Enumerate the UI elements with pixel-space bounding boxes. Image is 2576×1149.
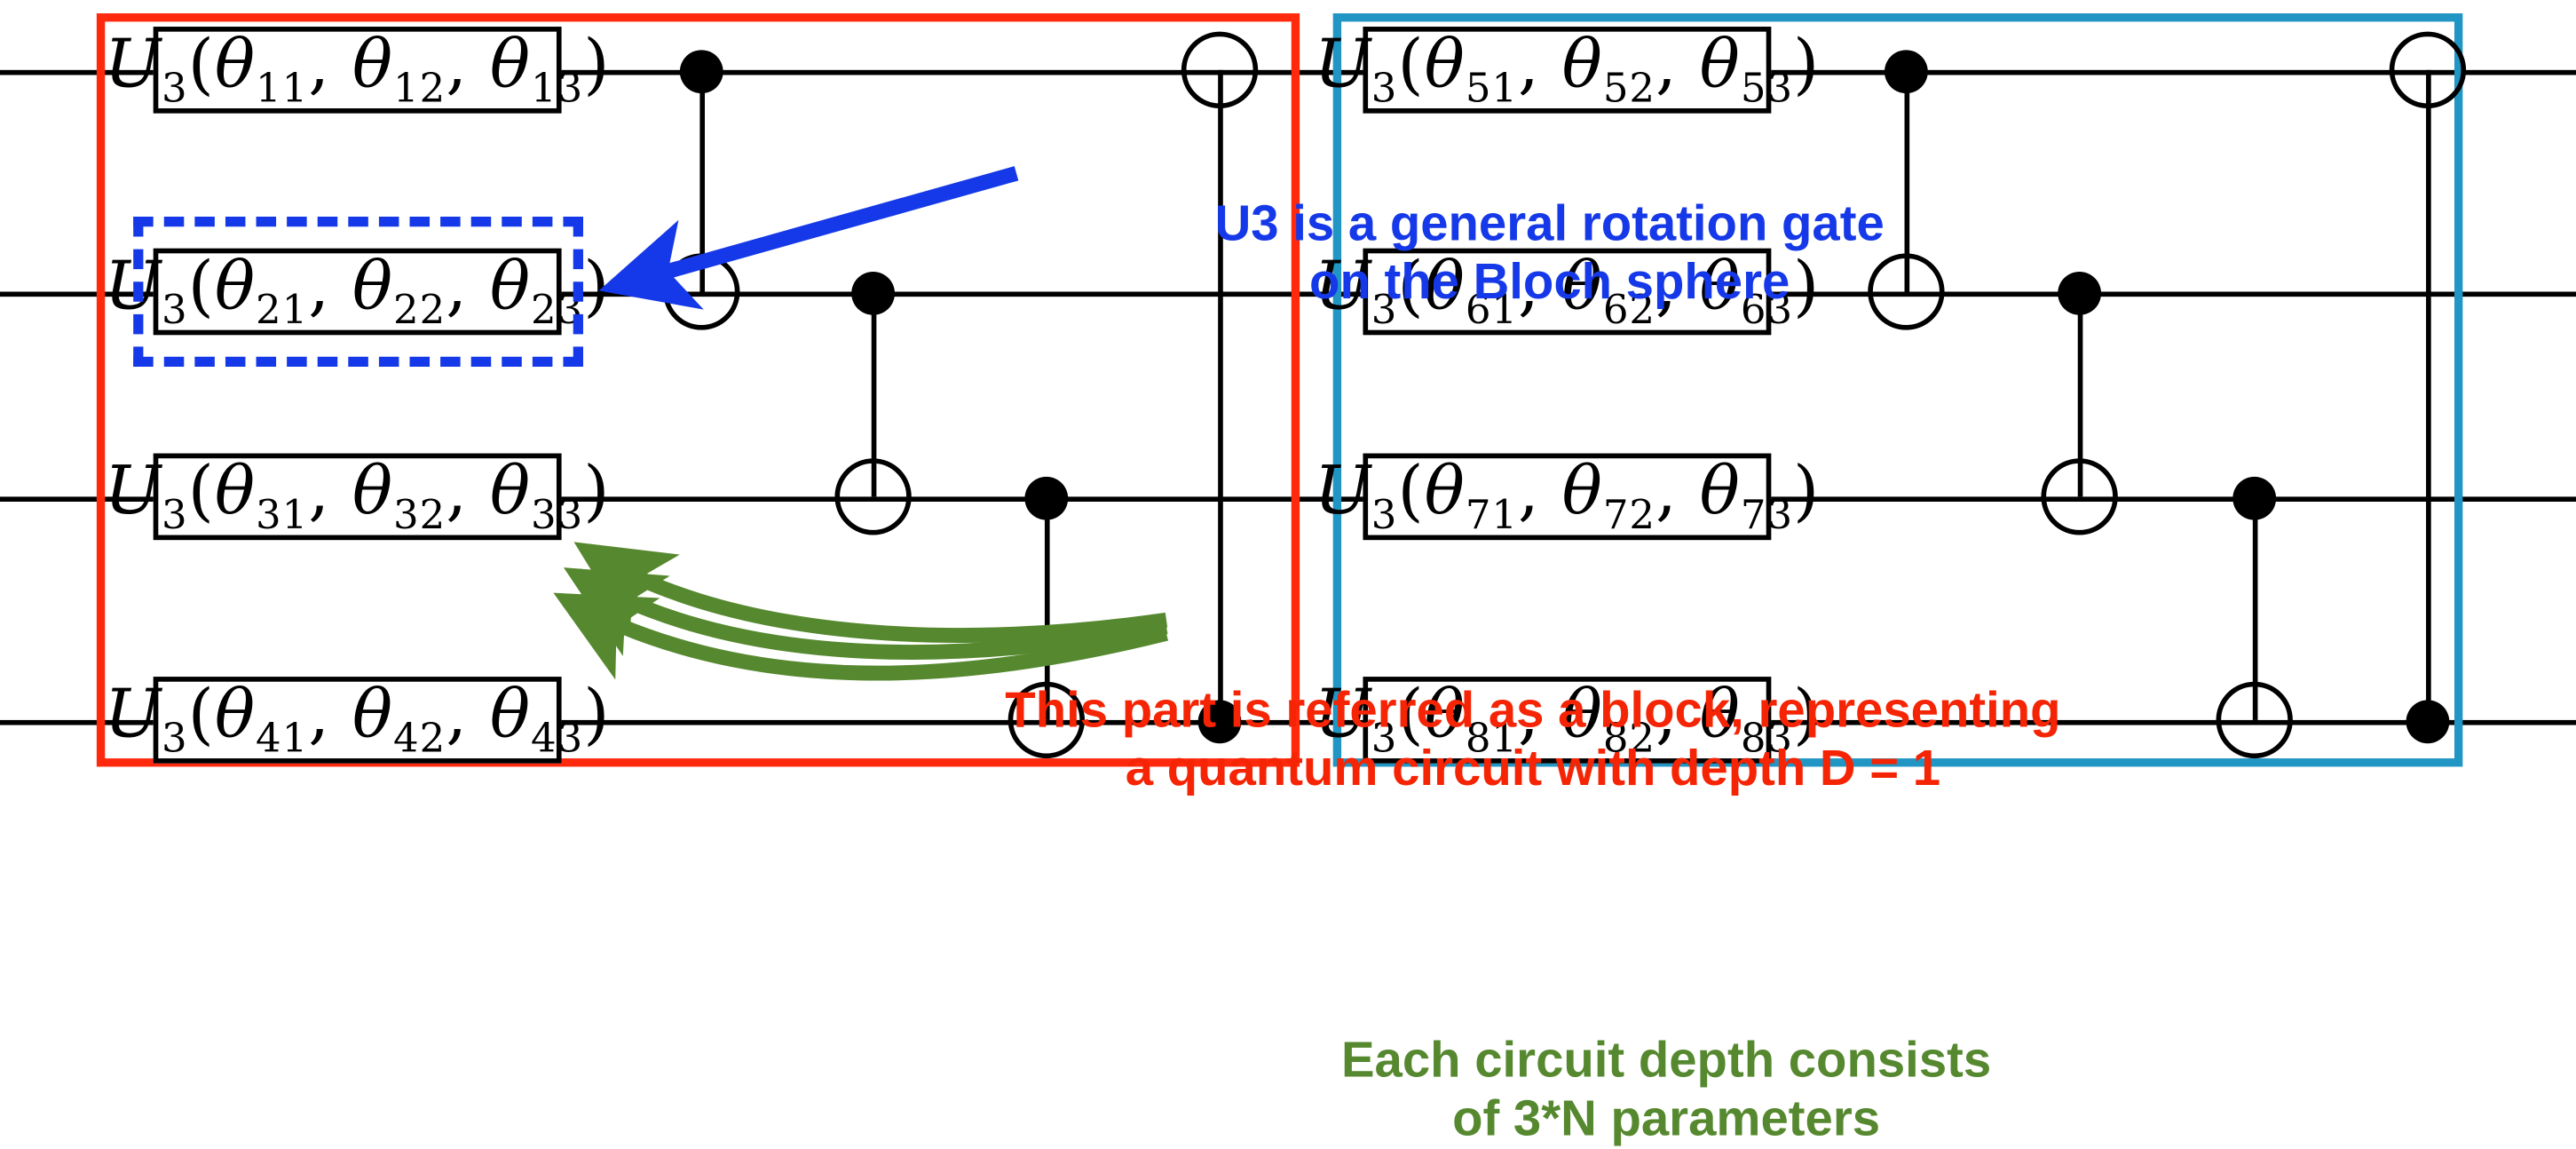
cx-target-circle-4	[1181, 31, 1259, 109]
highlight-box-u3-21	[133, 217, 583, 367]
cx-target-circle-2	[834, 458, 912, 535]
gate-u3-11[interactable]: U3(θ11, θ12, θ13)	[105, 27, 610, 114]
gate-u3-41[interactable]: U3(θ41, θ42, θ43)	[105, 677, 610, 764]
cx-control-dot-1	[679, 50, 723, 94]
cx-target-circle-6	[2041, 458, 2118, 535]
cx-control-dot-2	[851, 271, 896, 315]
cx-control-dot-5	[1885, 50, 1928, 94]
gate-u3-71[interactable]: U3(θ71, θ72, θ73)	[1315, 453, 1819, 541]
gate-u3-11-label: U3(θ11, θ12, θ13)	[104, 27, 611, 112]
gate-u3-51[interactable]: U3(θ51, θ52, θ53)	[1315, 27, 1819, 114]
cx-control-dot-7	[2232, 476, 2277, 520]
annotation-block-note: This part is referred as a block, repres…	[1005, 683, 2061, 796]
circuit-figure: U3(θ11, θ12, θ13) U3(θ21, θ22, θ23) U3(θ…	[0, 0, 2576, 1146]
gate-u3-31[interactable]: U3(θ31, θ32, θ33)	[105, 453, 610, 541]
gate-u3-31-label: U3(θ31, θ32, θ33)	[104, 453, 611, 539]
cx-link-8	[2426, 69, 2431, 720]
annotation-u3-note: U3 is a general rotation gate on the Blo…	[1214, 196, 1885, 310]
block-outline-depth-2	[1332, 13, 2463, 767]
gate-u3-71-label: U3(θ71, θ72, θ73)	[1314, 453, 1821, 539]
gate-u3-41-label: U3(θ41, θ42, θ43)	[104, 677, 611, 762]
cx-link-4	[1218, 69, 1223, 720]
annotation-params-note: Each circuit depth consists of 3*N param…	[1340, 1033, 1992, 1147]
cx-target-circle-1	[663, 253, 740, 330]
cx-control-dot-8	[2406, 700, 2450, 744]
block-outline-depth-1	[96, 13, 1300, 767]
cx-control-dot-3	[1024, 476, 1069, 520]
cx-target-circle-8	[2389, 31, 2467, 109]
gate-u3-51-label: U3(θ51, θ52, θ53)	[1314, 27, 1821, 112]
